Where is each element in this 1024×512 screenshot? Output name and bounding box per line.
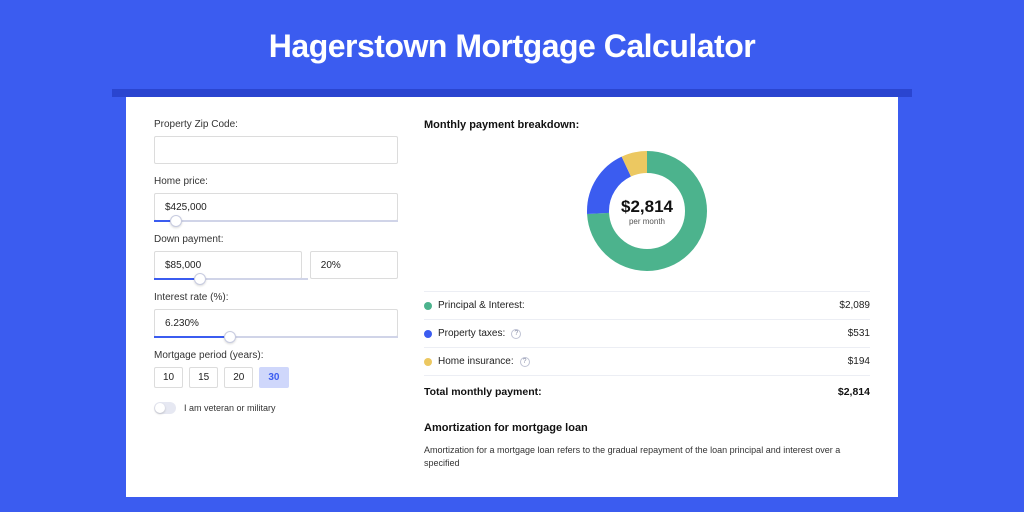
dot-icon bbox=[424, 330, 432, 338]
total-amount: $2,814 bbox=[838, 386, 870, 398]
info-icon[interactable]: ? bbox=[520, 357, 530, 367]
home-price-input[interactable] bbox=[154, 193, 398, 221]
breakdown-column: Monthly payment breakdown: $2,814 per mo… bbox=[424, 119, 870, 497]
down-payment-slider[interactable] bbox=[154, 278, 308, 280]
dot-icon bbox=[424, 358, 432, 366]
veteran-row: I am veteran or military bbox=[154, 402, 398, 414]
period-btn-10[interactable]: 10 bbox=[154, 367, 183, 388]
donut-chart: $2,814 per month bbox=[424, 141, 870, 291]
period-options: 10 15 20 30 bbox=[154, 367, 398, 388]
period-btn-20[interactable]: 20 bbox=[224, 367, 253, 388]
info-icon[interactable]: ? bbox=[511, 329, 521, 339]
zip-label: Property Zip Code: bbox=[154, 119, 398, 130]
legend-row-insurance: Home insurance: ? $194 bbox=[424, 347, 870, 375]
breakdown-header: Monthly payment breakdown: bbox=[424, 119, 870, 131]
amortization-section: Amortization for mortgage loan Amortizat… bbox=[424, 422, 870, 469]
home-price-label: Home price: bbox=[154, 176, 398, 187]
calculator-card: Property Zip Code: Home price: Down paym… bbox=[126, 97, 898, 497]
down-payment-pct-input[interactable] bbox=[310, 251, 398, 279]
slider-thumb[interactable] bbox=[224, 331, 236, 343]
period-btn-15[interactable]: 15 bbox=[189, 367, 218, 388]
zip-field: Property Zip Code: bbox=[154, 119, 398, 164]
donut-sub: per month bbox=[629, 217, 665, 226]
legend-amount: $194 bbox=[848, 356, 870, 367]
home-price-field: Home price: bbox=[154, 176, 398, 222]
card-shadow bbox=[112, 89, 912, 97]
interest-rate-input[interactable] bbox=[154, 309, 398, 337]
legend-label: Principal & Interest: bbox=[438, 300, 525, 311]
legend-amount: $531 bbox=[848, 328, 870, 339]
dot-icon bbox=[424, 302, 432, 310]
slider-thumb[interactable] bbox=[194, 273, 206, 285]
total-row: Total monthly payment: $2,814 bbox=[424, 375, 870, 398]
zip-input[interactable] bbox=[154, 136, 398, 164]
legend-row-principal: Principal & Interest: $2,089 bbox=[424, 291, 870, 319]
toggle-knob bbox=[155, 403, 165, 413]
legend-label: Property taxes: bbox=[438, 328, 505, 339]
interest-rate-field: Interest rate (%): bbox=[154, 292, 398, 338]
amortization-header: Amortization for mortgage loan bbox=[424, 422, 870, 434]
amortization-text: Amortization for a mortgage loan refers … bbox=[424, 444, 870, 469]
interest-rate-slider[interactable] bbox=[154, 336, 398, 338]
down-payment-input[interactable] bbox=[154, 251, 302, 279]
inputs-column: Property Zip Code: Home price: Down paym… bbox=[154, 119, 398, 497]
legend-label: Home insurance: bbox=[438, 356, 514, 367]
down-payment-label: Down payment: bbox=[154, 234, 398, 245]
down-payment-field: Down payment: bbox=[154, 234, 398, 280]
interest-rate-label: Interest rate (%): bbox=[154, 292, 398, 303]
legend-amount: $2,089 bbox=[839, 300, 870, 311]
veteran-label: I am veteran or military bbox=[184, 403, 276, 413]
legend-row-taxes: Property taxes: ? $531 bbox=[424, 319, 870, 347]
home-price-slider[interactable] bbox=[154, 220, 398, 222]
page-title: Hagerstown Mortgage Calculator bbox=[0, 0, 1024, 89]
donut-amount: $2,814 bbox=[621, 197, 673, 217]
veteran-toggle[interactable] bbox=[154, 402, 176, 414]
total-label: Total monthly payment: bbox=[424, 386, 542, 398]
mortgage-period-field: Mortgage period (years): 10 15 20 30 bbox=[154, 350, 398, 388]
mortgage-period-label: Mortgage period (years): bbox=[154, 350, 398, 361]
period-btn-30[interactable]: 30 bbox=[259, 367, 288, 388]
slider-thumb[interactable] bbox=[170, 215, 182, 227]
